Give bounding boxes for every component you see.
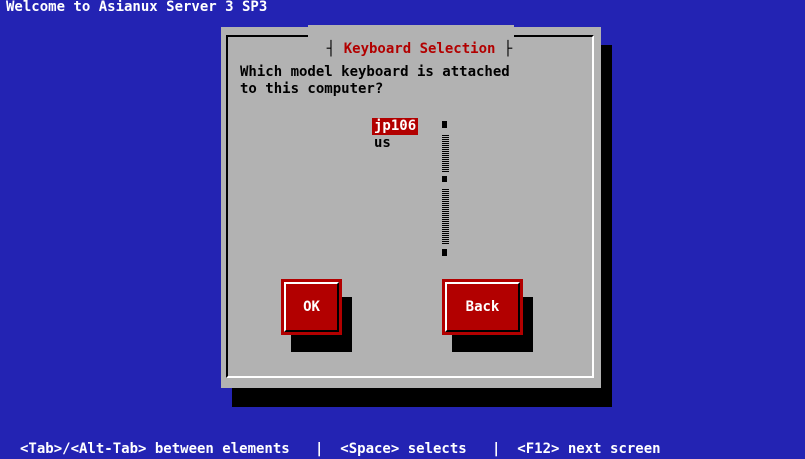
dialog-title: Keyboard Selection bbox=[343, 41, 496, 57]
scroll-up-arrow-icon[interactable] bbox=[442, 121, 447, 128]
back-button[interactable]: Back bbox=[442, 279, 523, 335]
scroll-track-lower[interactable] bbox=[442, 188, 449, 244]
keyboard-model-list[interactable]: jp106 us bbox=[372, 118, 432, 152]
dialog-title-container: ┤ Keyboard Selection ├ bbox=[308, 25, 515, 57]
scroll-thumb[interactable] bbox=[442, 176, 447, 182]
scroll-down-arrow-icon[interactable] bbox=[442, 249, 447, 256]
ok-button-label: OK bbox=[303, 299, 320, 315]
help-footer: <Tab>/<Alt-Tab> between elements | <Spac… bbox=[20, 441, 661, 457]
scroll-track-upper[interactable] bbox=[442, 134, 449, 172]
list-item-jp106[interactable]: jp106 bbox=[372, 118, 419, 135]
title-bar-left: ┤ bbox=[326, 41, 344, 57]
title-bar-right: ├ bbox=[495, 41, 513, 57]
dialog-question: Which model keyboard is attached to this… bbox=[240, 64, 510, 97]
back-button-label: Back bbox=[465, 299, 500, 315]
list-item-us[interactable]: us bbox=[372, 135, 393, 152]
ok-button[interactable]: OK bbox=[281, 279, 342, 335]
screen-title: Welcome to Asianux Server 3 SP3 bbox=[6, 0, 268, 15]
